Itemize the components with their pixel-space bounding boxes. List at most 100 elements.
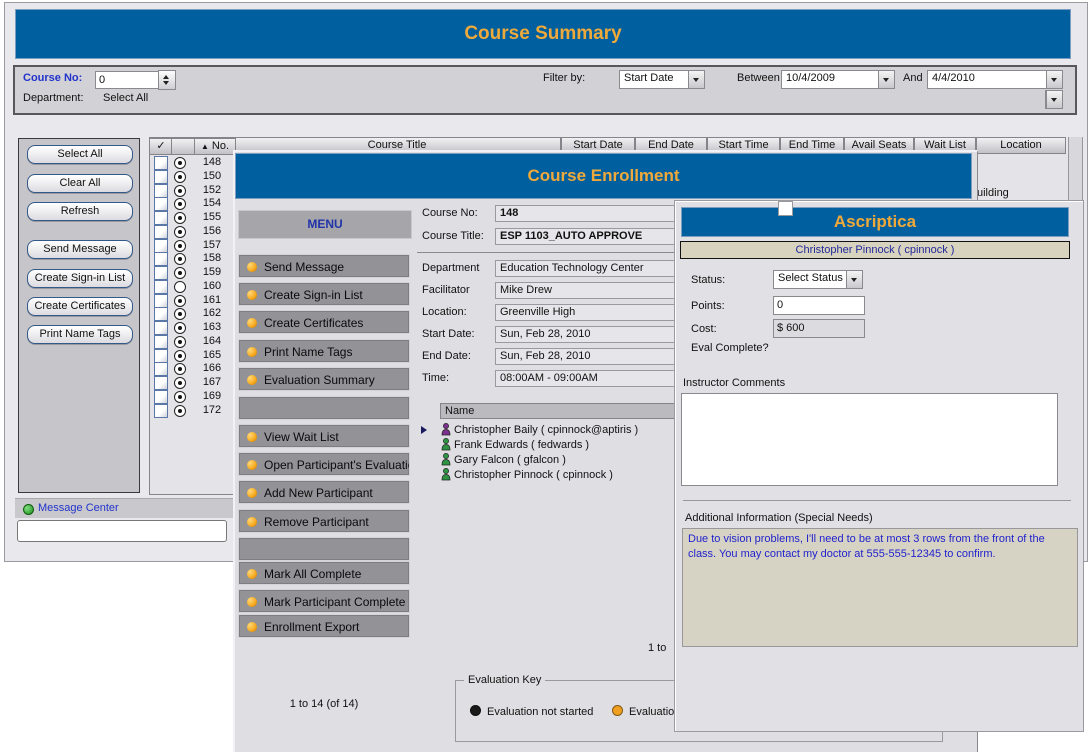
chevron-down-icon[interactable] xyxy=(1046,71,1062,88)
row-radio-167[interactable] xyxy=(174,377,186,389)
course-no-spinner[interactable] xyxy=(158,70,176,90)
and-date-select[interactable]: 4/4/2010 xyxy=(927,70,1063,89)
row-checkbox-157[interactable] xyxy=(154,239,168,253)
menu-item-create-certificates[interactable]: Create Certificates xyxy=(238,310,410,334)
ascriptica-participant-bar: Christopher Pinnock ( cpinnock ) xyxy=(680,241,1070,259)
row-number: 156 xyxy=(194,225,230,237)
row-number: 165 xyxy=(194,349,230,361)
row-radio-150[interactable] xyxy=(174,171,186,183)
row-radio-172[interactable] xyxy=(174,405,186,417)
orange-bullet-icon xyxy=(247,622,257,632)
menu-item-open-participant-s-evaluation[interactable]: Open Participant's Evaluation xyxy=(238,452,410,476)
row-number: 158 xyxy=(194,252,230,264)
row-radio-160[interactable] xyxy=(174,281,186,293)
row-checkbox-166[interactable] xyxy=(154,362,168,376)
menu-item-mark-all-complete[interactable]: Mark All Complete xyxy=(238,561,410,585)
chevron-down-icon[interactable] xyxy=(1046,91,1062,108)
row-checkbox-154[interactable] xyxy=(154,197,168,211)
row-checkbox-161[interactable] xyxy=(154,294,168,308)
row-radio-158[interactable] xyxy=(174,253,186,265)
row-checkbox-164[interactable] xyxy=(154,335,168,349)
evaluation-key-legend: Evaluation Key xyxy=(464,674,545,686)
menu-header-label: MENU xyxy=(307,217,342,231)
row-radio-154[interactable] xyxy=(174,198,186,210)
menu-item-view-wait-list[interactable]: View Wait List xyxy=(238,424,410,448)
sidebar-button-create-certificates[interactable]: Create Certificates xyxy=(27,297,133,316)
participant-row-gary-falcon[interactable]: Gary Falcon ( gfalcon ) xyxy=(454,453,566,467)
department-select[interactable] xyxy=(1045,90,1063,109)
detail-value-department: Education Technology Center xyxy=(495,260,698,277)
row-radio-163[interactable] xyxy=(174,322,186,334)
row-checkbox-163[interactable] xyxy=(154,321,168,335)
menu-item-remove-participant[interactable]: Remove Participant xyxy=(238,509,410,533)
row-number: 157 xyxy=(194,239,230,251)
column-header-location[interactable]: Location xyxy=(976,137,1066,154)
sidebar-button-select-all[interactable]: Select All xyxy=(27,145,133,164)
sidebar-button-refresh[interactable]: Refresh xyxy=(27,202,133,221)
person-icon xyxy=(441,438,451,451)
row-radio-162[interactable] xyxy=(174,308,186,320)
row-radio-165[interactable] xyxy=(174,350,186,362)
and-date-value: 4/4/2010 xyxy=(932,72,975,84)
orange-bullet-icon xyxy=(247,262,257,272)
no-column-header[interactable]: ▲ No. xyxy=(194,138,236,155)
menu-item-enrollment-export[interactable]: Enrollment Export xyxy=(238,614,410,638)
row-checkbox-156[interactable] xyxy=(154,225,168,239)
row-checkbox-155[interactable] xyxy=(154,211,168,225)
row-checkbox-159[interactable] xyxy=(154,266,168,280)
row-radio-156[interactable] xyxy=(174,226,186,238)
row-checkbox-150[interactable] xyxy=(154,170,168,184)
row-checkbox-148[interactable] xyxy=(154,156,168,170)
points-input[interactable]: 0 xyxy=(773,296,865,315)
menu-item-add-new-participant[interactable]: Add New Participant xyxy=(238,480,410,504)
row-radio-164[interactable] xyxy=(174,336,186,348)
menu-item-mark-participant-complete[interactable]: Mark Participant Complete xyxy=(238,589,410,613)
status-select[interactable]: Select Status xyxy=(773,270,863,289)
sidebar-button-send-message[interactable]: Send Message xyxy=(27,240,133,259)
sidebar-button-print-name-tags[interactable]: Print Name Tags xyxy=(27,325,133,344)
row-checkbox-172[interactable] xyxy=(154,404,168,418)
between-date-select[interactable]: 10/4/2009 xyxy=(781,70,895,89)
menu-item-evaluation-summary[interactable]: Evaluation Summary xyxy=(238,367,410,391)
row-checkbox-167[interactable] xyxy=(154,376,168,390)
row-radio-157[interactable] xyxy=(174,240,186,252)
row-checkbox-165[interactable] xyxy=(154,349,168,363)
row-radio-161[interactable] xyxy=(174,295,186,307)
participants-header[interactable]: Name xyxy=(440,403,692,419)
row-radio-148[interactable] xyxy=(174,157,186,169)
eval-complete-checkbox[interactable] xyxy=(778,201,793,216)
chevron-down-icon[interactable] xyxy=(878,71,894,88)
blank-column-header[interactable] xyxy=(171,138,196,155)
row-radio-159[interactable] xyxy=(174,267,186,279)
additional-info-textarea[interactable]: Due to vision problems, I'll need to be … xyxy=(682,528,1078,647)
message-center-input[interactable] xyxy=(17,520,227,542)
instructor-comments-label: Instructor Comments xyxy=(683,377,785,389)
chevron-down-icon[interactable] xyxy=(846,271,862,288)
row-checkbox-152[interactable] xyxy=(154,184,168,198)
course-no-input[interactable]: 0 xyxy=(95,71,159,89)
row-radio-152[interactable] xyxy=(174,185,186,197)
check-column-header[interactable]: ✓ xyxy=(149,138,173,155)
orange-bullet-icon xyxy=(247,432,257,442)
row-checkbox-169[interactable] xyxy=(154,390,168,404)
sidebar-button-clear-all[interactable]: Clear All xyxy=(27,174,133,193)
instructor-comments-textarea[interactable] xyxy=(681,393,1058,486)
row-checkbox-160[interactable] xyxy=(154,280,168,294)
sidebar-button-create-sign-in-list[interactable]: Create Sign-in List xyxy=(27,269,133,288)
chevron-down-icon[interactable] xyxy=(688,71,704,88)
row-number: 161 xyxy=(194,294,230,306)
row-radio-169[interactable] xyxy=(174,391,186,403)
participant-row-christopher-pinnock[interactable]: Christopher Pinnock ( cpinnock ) xyxy=(454,468,613,482)
course-no-label: Course No: xyxy=(23,72,82,84)
menu-item-create-sign-in-list[interactable]: Create Sign-in List xyxy=(238,282,410,306)
row-checkbox-158[interactable] xyxy=(154,252,168,266)
filter-by-select[interactable]: Start Date xyxy=(619,70,705,89)
row-checkbox-162[interactable] xyxy=(154,307,168,321)
menu-item-send-message[interactable]: Send Message xyxy=(238,254,410,278)
participant-row-frank-edwards[interactable]: Frank Edwards ( fedwards ) xyxy=(454,438,589,452)
participant-row-christopher-baily[interactable]: Christopher Baily ( cpinnock@aptiris ) xyxy=(454,423,638,437)
menu-item-print-name-tags[interactable]: Print Name Tags xyxy=(238,339,410,363)
row-radio-155[interactable] xyxy=(174,212,186,224)
row-radio-166[interactable] xyxy=(174,363,186,375)
ascriptica-divider xyxy=(683,500,1071,501)
